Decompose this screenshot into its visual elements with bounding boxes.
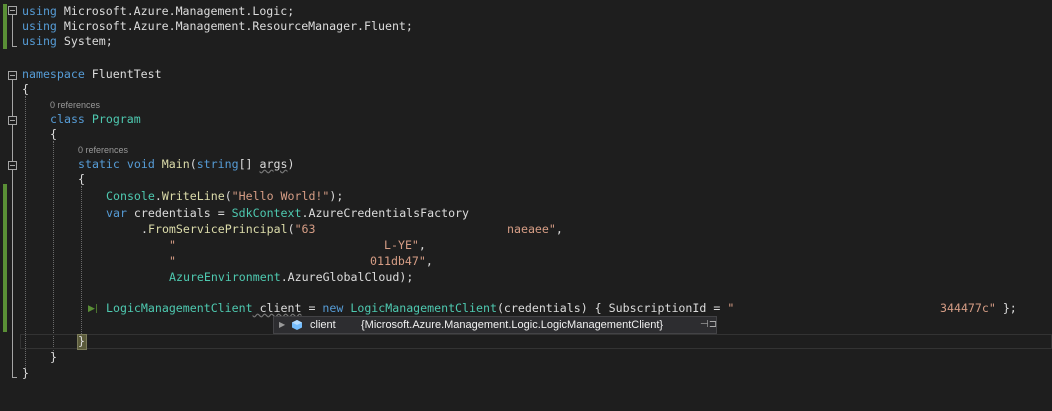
type-name: AzureEnvironment [169, 270, 281, 284]
code-line[interactable]: { [0, 172, 1052, 187]
code-text: FluentTest [84, 67, 162, 81]
code-line[interactable]: var credentials = SdkContext.AzureCreden… [0, 206, 1052, 221]
type-name: Program [91, 112, 141, 126]
code-line[interactable]: using System; [0, 34, 1052, 49]
code-line[interactable]: Console.WriteLine("Hello World!"); [0, 189, 1052, 204]
code-text: Microsoft.Azure.Management.ResourceManag… [56, 19, 413, 33]
string-literal: "63 [294, 222, 316, 236]
keyword: static [78, 157, 120, 171]
method-name: WriteLine [161, 189, 225, 203]
string-literal: 011db47" [370, 254, 426, 268]
code-line[interactable]: static void Main(string[] args) [0, 157, 1052, 172]
code-text: ); [329, 189, 344, 203]
parameter-unused: args [259, 157, 288, 171]
datatip-variable-name[interactable]: client [310, 317, 336, 333]
code-editor[interactable]: using Microsoft.Azure.Management.Logic; … [0, 0, 1052, 401]
code-text: .AzureGlobalCloud); [280, 270, 414, 284]
code-text: credentials [126, 206, 211, 220]
type-name: Console [106, 189, 155, 203]
string-literal: " [169, 254, 176, 268]
code-text: . [154, 189, 162, 203]
code-text: ) [287, 157, 295, 171]
datatip-value[interactable]: {Microsoft.Azure.Management.Logic.LogicM… [361, 317, 663, 333]
code-text: } [50, 350, 57, 364]
string-literal: " [169, 238, 176, 252]
code-text: { [50, 127, 57, 141]
code-text: . [141, 222, 148, 236]
keyword: using [22, 19, 57, 33]
code-text: (credentials) { [496, 301, 609, 315]
code-line[interactable]: " 011db47", [0, 254, 1052, 269]
variable-name: client [252, 301, 302, 315]
code-text: ( [189, 157, 197, 171]
code-text: { [78, 172, 85, 186]
string-literal: 344477c" [940, 301, 996, 315]
code-line[interactable]: { [0, 82, 1052, 97]
code-text: System; [56, 34, 113, 48]
code-line[interactable]: class Program [0, 112, 1052, 127]
string-literal: " [727, 301, 735, 315]
string-literal: "Hello World!" [231, 189, 330, 203]
code-text: , [555, 222, 563, 236]
type-name: LogicManagementClient [343, 301, 497, 315]
keyword: using [22, 34, 57, 48]
code-text: = [706, 301, 728, 315]
code-text: ( [287, 222, 295, 236]
property-name: SubscriptionId [608, 301, 707, 315]
code-line[interactable]: AzureEnvironment.AzureGlobalCloud); [0, 270, 1052, 285]
debug-datatip[interactable]: ▶ client {Microsoft.Azure.Management.Log… [273, 316, 717, 334]
code-text: ( [224, 189, 232, 203]
keyword: var [106, 206, 127, 220]
code-line[interactable]: .FromServicePrincipal("63 naeaee", [0, 222, 1052, 237]
type-name: LogicManagementClient [106, 301, 253, 315]
keyword: class [50, 112, 85, 126]
pin-icon[interactable]: ⊣⊐ [700, 317, 717, 333]
string-literal: naeaee" [507, 222, 556, 236]
code-line[interactable]: " L-YE", [0, 238, 1052, 253]
codelens-references[interactable]: 0 references [78, 145, 128, 155]
code-line[interactable]: } [0, 334, 1052, 349]
code-text: { [22, 82, 29, 96]
keyword: void [126, 157, 155, 171]
code-line[interactable]: { [0, 127, 1052, 142]
code-line[interactable]: using Microsoft.Azure.Management.Logic; [0, 4, 1052, 19]
code-line[interactable]: } [0, 366, 1052, 381]
method-name: FromServicePrincipal [147, 222, 288, 236]
keyword: namespace [22, 67, 85, 81]
code-text: .AzureCredentialsFactory [301, 206, 470, 220]
object-icon [292, 320, 302, 330]
code-text: [] [238, 157, 260, 171]
code-text: Microsoft.Azure.Management.Logic; [56, 4, 295, 18]
keyword: string [196, 157, 239, 171]
code-text: = [301, 301, 323, 315]
codelens-references[interactable]: 0 references [50, 100, 100, 110]
code-text: }; [995, 301, 1017, 315]
type-name: SdkContext [231, 206, 302, 220]
code-line[interactable]: namespace FluentTest [0, 67, 1052, 82]
code-text: , [425, 254, 433, 268]
code-text: , [418, 238, 426, 252]
string-literal: L-YE" [384, 238, 419, 252]
keyword: new [322, 301, 344, 315]
method-name: Main [161, 157, 190, 171]
code-line[interactable]: using Microsoft.Azure.Management.Resourc… [0, 19, 1052, 34]
code-line[interactable]: LogicManagementClient client = new Logic… [0, 301, 1052, 316]
code-line[interactable]: } [0, 350, 1052, 365]
keyword: using [22, 4, 57, 18]
triangle-right-icon[interactable]: ▶ [279, 317, 285, 333]
code-text: } [78, 334, 85, 348]
code-text: = [210, 206, 232, 220]
code-text: } [22, 366, 29, 380]
